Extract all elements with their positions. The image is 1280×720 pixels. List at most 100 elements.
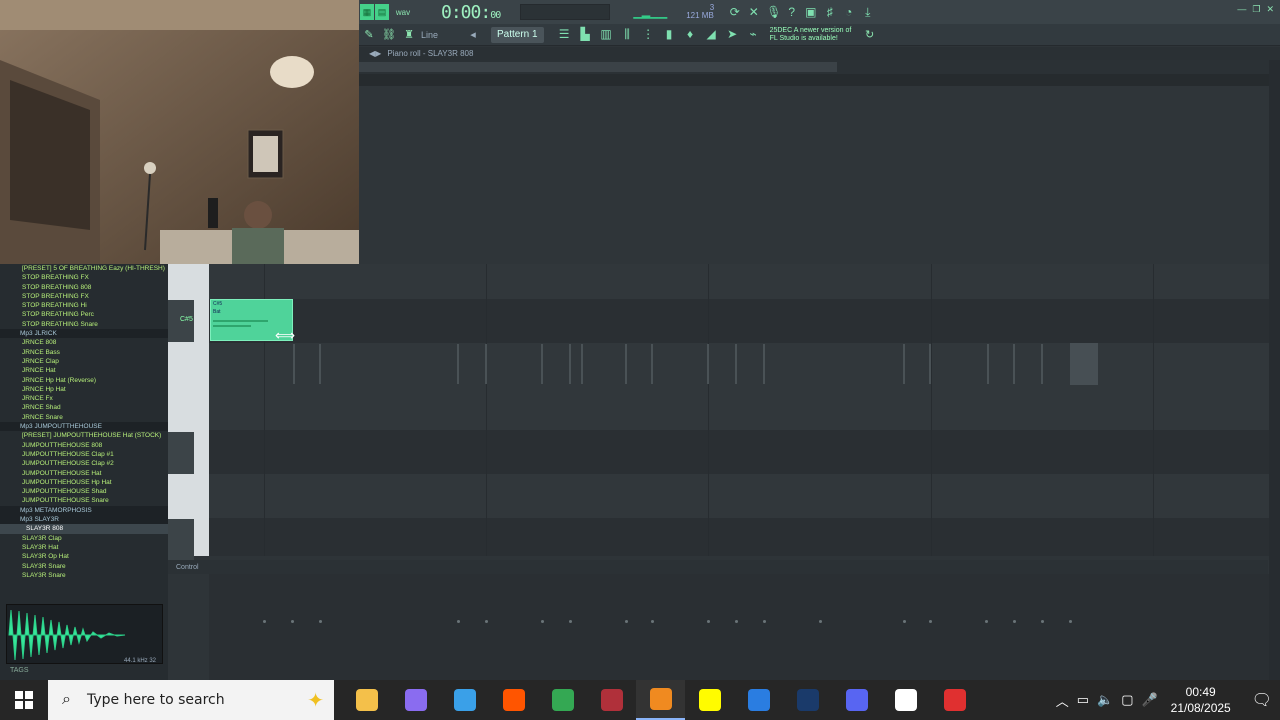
- horizontal-scrollbar[interactable]: [359, 62, 837, 72]
- volume-icon[interactable]: 🔈: [1097, 692, 1113, 708]
- taskbar-app-copilot[interactable]: [391, 680, 440, 720]
- browser-item[interactable]: [PRESET] JUMPOUTTHEHOUSE Hat (STOCK): [0, 431, 168, 440]
- notification-icon[interactable]: 🗨: [1252, 690, 1272, 710]
- start-button[interactable]: [0, 680, 48, 720]
- browser-folder[interactable]: Mp3 METAMORPHOSIS: [0, 505, 168, 516]
- loop-icon[interactable]: ⟳: [728, 5, 741, 20]
- pencil-icon[interactable]: ✎: [361, 27, 377, 43]
- step-seq-icon[interactable]: ⋮: [642, 27, 655, 42]
- microphone-tray-icon[interactable]: 🎤: [1142, 692, 1158, 708]
- browser-item[interactable]: STOP BREATHING FX: [0, 273, 168, 282]
- taskbar-app-soundcloud[interactable]: [489, 680, 538, 720]
- piano-keys[interactable]: [168, 264, 209, 561]
- browser-folder[interactable]: Mp3 JLRICK: [0, 329, 168, 339]
- taskbar-app-disney[interactable]: [783, 680, 832, 720]
- tempo-icon[interactable]: ⌁: [747, 27, 760, 42]
- black-key[interactable]: [168, 432, 194, 474]
- update-hint[interactable]: 25DEC A newer version of FL Studio is ava…: [770, 27, 856, 43]
- wav-icon[interactable]: wav: [395, 4, 411, 20]
- taskbar-app-file-explorer[interactable]: [342, 680, 391, 720]
- tools-icon[interactable]: ✕: [747, 5, 760, 20]
- browser-item[interactable]: SLAY3R 808: [0, 524, 168, 534]
- browser-item[interactable]: STOP BREATHING FX: [0, 292, 168, 301]
- taskbar-app-m365[interactable]: [440, 680, 489, 720]
- browser-item[interactable]: SLAY3R Snare: [0, 562, 168, 571]
- browser-item[interactable]: JRNCE Snare: [0, 413, 168, 422]
- send-icon[interactable]: ➤: [726, 27, 739, 42]
- pattern-mode-button[interactable]: ▤: [375, 4, 389, 20]
- pattern-selector[interactable]: Pattern 1: [491, 26, 544, 43]
- taskbar-app-access[interactable]: [587, 680, 636, 720]
- song-mode-button[interactable]: ▦: [360, 4, 374, 20]
- browser-item[interactable]: JRNCE Bass: [0, 348, 168, 357]
- help-icon[interactable]: ?: [785, 5, 798, 20]
- browser-item[interactable]: SLAY3R Snare: [0, 571, 168, 580]
- browser-item[interactable]: JRNCE Hat: [0, 366, 168, 375]
- browser-item[interactable]: JUMPOUTTHEHOUSE Clap #2: [0, 459, 168, 468]
- browser-item[interactable]: SLAY3R Hat: [0, 543, 168, 552]
- browser-item[interactable]: STOP BREATHING Snare: [0, 320, 168, 329]
- browser-item[interactable]: JRNCE Fx: [0, 394, 168, 403]
- taskbar-app-snapchat[interactable]: [685, 680, 734, 720]
- note-grid[interactable]: C#5 Bat: [209, 264, 1269, 556]
- chevron-up-icon[interactable]: ︿: [1056, 691, 1069, 710]
- link-icon[interactable]: ⛓: [381, 27, 397, 43]
- pattern-prev-icon[interactable]: ◂: [465, 27, 481, 43]
- taskbar-app-discord[interactable]: [832, 680, 881, 720]
- browser-item[interactable]: JUMPOUTTHEHOUSE Hp Hat: [0, 478, 168, 487]
- restore-icon[interactable]: ❐: [1252, 4, 1260, 15]
- taskbar-app-capcut[interactable]: [881, 680, 930, 720]
- close-icon[interactable]: ✕: [1266, 4, 1274, 15]
- touch-keyboard-icon[interactable]: ◢: [705, 27, 718, 42]
- channel-rack-icon[interactable]: ▥: [600, 27, 613, 42]
- microphone-icon[interactable]: 🎙: [766, 5, 781, 20]
- speaker-icon[interactable]: ◀▶: [369, 49, 381, 58]
- browser-item[interactable]: [PRESET] 5 OF BREATHING Eazy (HI-THRESH): [0, 264, 168, 273]
- download-icon[interactable]: ⤓: [861, 5, 874, 20]
- taskbar-app-recorder[interactable]: [930, 680, 979, 720]
- vertical-scrollbar[interactable]: [1269, 60, 1280, 680]
- timeline-ruler[interactable]: [359, 60, 1280, 86]
- taskbar-app-fl-studio[interactable]: [636, 680, 685, 720]
- chat-icon[interactable]: ◔: [842, 5, 855, 20]
- event-editor[interactable]: [209, 574, 1269, 680]
- browser-item[interactable]: JUMPOUTTHEHOUSE 808: [0, 441, 168, 450]
- browser-item[interactable]: STOP BREATHING Perc: [0, 310, 168, 319]
- metronome-icon[interactable]: ♜: [401, 27, 417, 43]
- browser-item[interactable]: JRNCE Hp Hat: [0, 385, 168, 394]
- snap-selector[interactable]: Line: [421, 30, 461, 40]
- plugin-picker-icon[interactable]: ♦: [684, 27, 697, 42]
- browser-item[interactable]: JRNCE 808: [0, 338, 168, 347]
- mixer-icon[interactable]: ⫼: [621, 27, 634, 42]
- browser-item[interactable]: SLAY3R Op Hat: [0, 552, 168, 561]
- browser-folder[interactable]: Mp3 SLAY3R: [0, 515, 168, 525]
- control-label[interactable]: Control: [176, 564, 199, 571]
- black-key[interactable]: [168, 519, 194, 561]
- taskbar-app-chrome[interactable]: [538, 680, 587, 720]
- piano-roll-icon[interactable]: ▙: [579, 27, 592, 42]
- browser-item[interactable]: STOP BREATHING 808: [0, 283, 168, 292]
- clock[interactable]: 00:49 21/08/2025: [1166, 684, 1236, 716]
- browser-item[interactable]: STOP BREATHING Hi: [0, 301, 168, 310]
- save-icon[interactable]: ▣: [804, 5, 817, 20]
- tags-label[interactable]: TAGS: [10, 667, 29, 674]
- minimize-icon[interactable]: —: [1237, 4, 1246, 15]
- plugin-icon[interactable]: ♯: [823, 5, 836, 20]
- browser-item[interactable]: JRNCE Hp Hat (Reverse): [0, 376, 168, 385]
- browser-item[interactable]: JUMPOUTTHEHOUSE Shad: [0, 487, 168, 496]
- browser-folder[interactable]: Mp3 JUMPOUTTHEHOUSE: [0, 422, 168, 432]
- browser-item[interactable]: JRNCE Clap: [0, 357, 168, 366]
- refresh-icon[interactable]: ↻: [862, 27, 878, 43]
- network-icon[interactable]: ▭: [1077, 692, 1089, 708]
- event-control-bar[interactable]: Control: [168, 560, 1268, 574]
- waveform-preview[interactable]: 44.1 kHz 32: [6, 604, 163, 664]
- taskbar-app-store[interactable]: [734, 680, 783, 720]
- browser-item[interactable]: JUMPOUTTHEHOUSE Snare: [0, 496, 168, 505]
- browser-item[interactable]: JUMPOUTTHEHOUSE Clap #1: [0, 450, 168, 459]
- playlist-icon[interactable]: ☰: [558, 27, 571, 42]
- browser-item[interactable]: JUMPOUTTHEHOUSE Hat: [0, 469, 168, 478]
- taskbar-search[interactable]: ⌕ Type here to search ✦: [48, 680, 334, 720]
- browser-icon[interactable]: ▮: [663, 27, 676, 42]
- browser-item[interactable]: SLAY3R Clap: [0, 534, 168, 543]
- meet-icon[interactable]: ▢: [1121, 692, 1133, 708]
